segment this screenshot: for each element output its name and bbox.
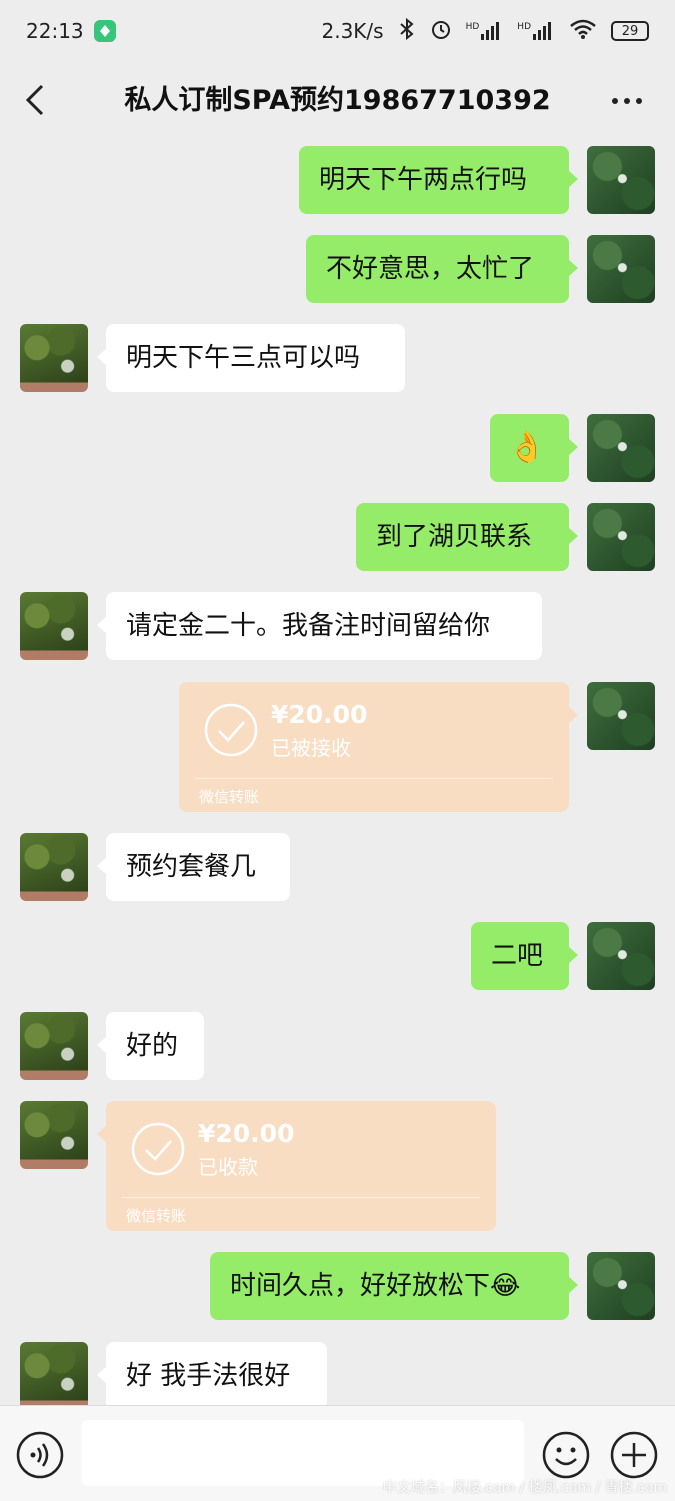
watermark: 中文域名：凤楼.com / 楼凤.com / 青楼.com [382,1480,667,1496]
message-bubble[interactable]: 预约套餐几 [97,833,290,901]
voice-input-icon[interactable] [16,1431,64,1479]
check-circle-icon [204,703,258,757]
message-bubble[interactable]: 请定金二十。我备注时间留给你 [97,592,542,660]
my-avatar[interactable] [587,503,655,571]
my-avatar[interactable] [587,682,655,750]
transfer-card[interactable]: ¥20.00 已被接收 微信转账 [179,682,578,812]
signal-label: HD [517,22,531,32]
contact-avatar[interactable] [20,592,88,660]
message-bubble[interactable]: 明天下午三点可以吗 [97,324,405,392]
app-notification-icon [93,20,116,42]
network-speed: 2.3K/s [321,19,384,43]
input-bar: 中文域名：凤楼.com / 楼凤.com / 青楼.com [0,1405,675,1501]
message-bubble[interactable]: 好的 [97,1012,204,1080]
transfer-amount: ¥20.00 [198,1119,295,1148]
battery-icon: 29 [611,21,649,41]
my-avatar[interactable] [587,146,655,214]
status-left: 22:13 [26,19,116,43]
check-circle-icon [131,1122,185,1176]
message-bubble[interactable]: 好 我手法很好 [97,1342,327,1405]
my-avatar[interactable] [587,922,655,990]
message-bubble[interactable]: 时间久点，好好放松下😂 [210,1252,578,1320]
emoji-icon[interactable] [542,1431,590,1479]
divider [195,778,553,779]
signal-label: HD [465,22,480,32]
message-bubble[interactable]: 不好意思，太忙了 [306,235,578,303]
back-arrow-icon[interactable] [18,80,58,120]
status-time: 22:13 [26,19,84,43]
my-avatar[interactable] [587,414,655,482]
message-bubble[interactable]: 明天下午两点行吗 [299,146,578,214]
contact-avatar[interactable] [20,1012,88,1080]
wifi-icon [569,19,597,44]
my-avatar[interactable] [587,1252,655,1320]
transfer-card[interactable]: ¥20.00 已收款 微信转账 [97,1101,496,1231]
chat-title: 私人订制SPA预约19867710392 [124,85,551,116]
contact-avatar[interactable] [20,1101,88,1169]
status-bar: 22:13 2.3K/s HD HD 29 [0,0,675,62]
chat-header: 私人订制SPA预约19867710392 [0,62,675,140]
message-list[interactable]: 明天下午两点行吗 不好意思，太忙了 明天下午三点可以吗 👌 到了湖贝联系 请定金… [0,140,675,1405]
contact-avatar[interactable] [20,833,88,901]
message-bubble[interactable]: 二吧 [471,922,578,990]
transfer-status: 已收款 [198,1155,258,1179]
transfer-source: 微信转账 [126,1207,187,1225]
transfer-status: 已被接收 [271,736,351,760]
my-avatar[interactable] [587,235,655,303]
transfer-source: 微信转账 [199,788,260,806]
alarm-icon [430,18,452,45]
bluetooth-icon [398,17,416,45]
add-more-icon[interactable] [610,1431,658,1479]
emoji-bubble[interactable]: 👌 [490,414,578,482]
transfer-amount: ¥20.00 [271,700,368,729]
message-bubble[interactable]: 到了湖贝联系 [356,503,578,571]
divider [122,1197,480,1198]
signal-hd-icon-2: HD [517,22,555,40]
more-options-icon[interactable] [607,84,647,118]
status-right: 2.3K/s HD HD 29 [321,17,649,45]
contact-avatar[interactable] [20,324,88,392]
contact-avatar[interactable] [20,1342,88,1405]
signal-hd-icon: HD [466,22,504,40]
